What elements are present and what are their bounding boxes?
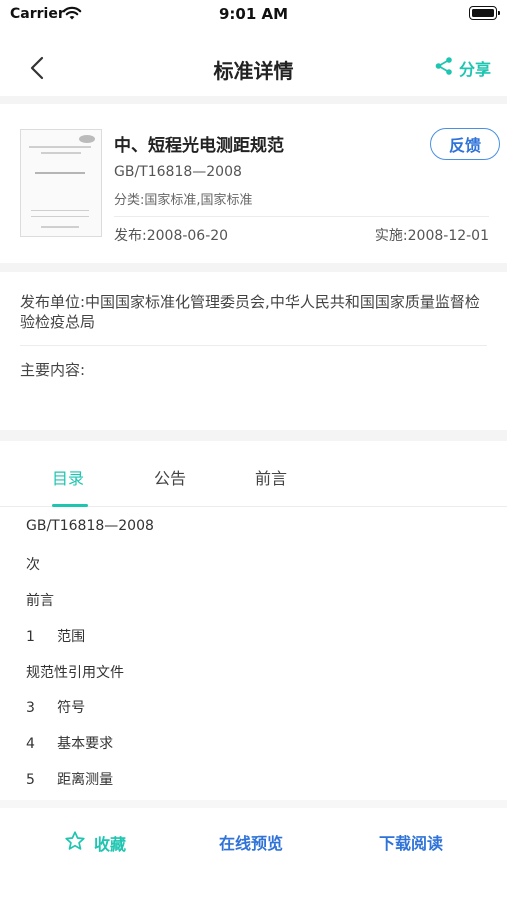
chevron-left-icon — [22, 56, 54, 88]
toc-item[interactable]: 1 范围 — [26, 626, 85, 646]
online-preview-button[interactable]: 在线预览 — [219, 830, 283, 854]
toc-item[interactable]: 4 基本要求 — [26, 733, 113, 753]
publish-date: 发布:2008-06-20 — [114, 228, 229, 244]
back-button[interactable] — [22, 52, 54, 84]
status-bar: Carrier 9:01 AM — [0, 0, 507, 30]
feedback-button[interactable]: 反馈 — [430, 128, 500, 160]
share-button[interactable]: 分享 — [434, 55, 491, 81]
section-divider — [0, 96, 507, 104]
toc-item[interactable]: 规范性引用文件 — [26, 662, 124, 682]
battery-icon — [469, 6, 500, 20]
section-divider — [0, 430, 507, 441]
share-label: 分享 — [458, 60, 491, 79]
standard-title: 中、短程光电测距规范 — [114, 136, 284, 156]
tab-foreword[interactable]: 前言 — [255, 465, 287, 489]
page-title: 标准详情 — [213, 59, 294, 83]
toc-item[interactable]: GB/T16818—2008 — [26, 518, 154, 534]
favorite-button[interactable]: 收藏 — [64, 830, 126, 856]
tab-announcement[interactable]: 公告 — [154, 465, 186, 489]
main-content-label: 主要内容: — [20, 361, 86, 379]
divider — [20, 345, 487, 346]
star-outline-icon — [64, 830, 86, 856]
toc-item[interactable]: 前言 — [26, 590, 54, 610]
standard-code: GB/T16818—2008 — [114, 164, 242, 180]
publisher-text: 发布单位:中国国家标准化管理委员会,中华人民共和国国家质量监督检验检疫总局 — [20, 293, 480, 331]
nav-bar: 标准详情 分享 — [0, 40, 507, 96]
tab-catalog[interactable]: 目录 — [52, 465, 84, 489]
cover-logo — [79, 135, 95, 143]
status-time: 9:01 AM — [218, 5, 289, 23]
standard-info: 发布单位:中国国家标准化管理委员会,中华人民共和国国家质量监督检验检疫总局 主要… — [0, 272, 507, 430]
standard-card: 中、短程光电测距规范 GB/T16818—2008 分类:国家标准,国家标准 反… — [0, 113, 507, 263]
section-divider — [0, 800, 507, 808]
share-icon — [434, 56, 454, 80]
standard-category: 分类:国家标准,国家标准 — [114, 193, 253, 208]
tab-bar: 目录 公告 前言 — [0, 441, 507, 507]
active-tab-indicator — [52, 504, 88, 507]
toc-item[interactable]: 5 距离测量 — [26, 769, 113, 789]
divider — [114, 216, 489, 217]
toc-item[interactable]: 次 — [26, 554, 40, 574]
section-divider — [0, 263, 507, 272]
download-read-button[interactable]: 下载阅读 — [379, 830, 443, 854]
bottom-action-bar: 收藏 在线预览 下载阅读 — [0, 808, 507, 900]
favorite-label: 收藏 — [94, 835, 127, 854]
standard-cover-image — [20, 129, 102, 237]
toc-item[interactable]: 3 符号 — [26, 697, 85, 717]
effective-date: 实施:2008-12-01 — [374, 228, 489, 244]
